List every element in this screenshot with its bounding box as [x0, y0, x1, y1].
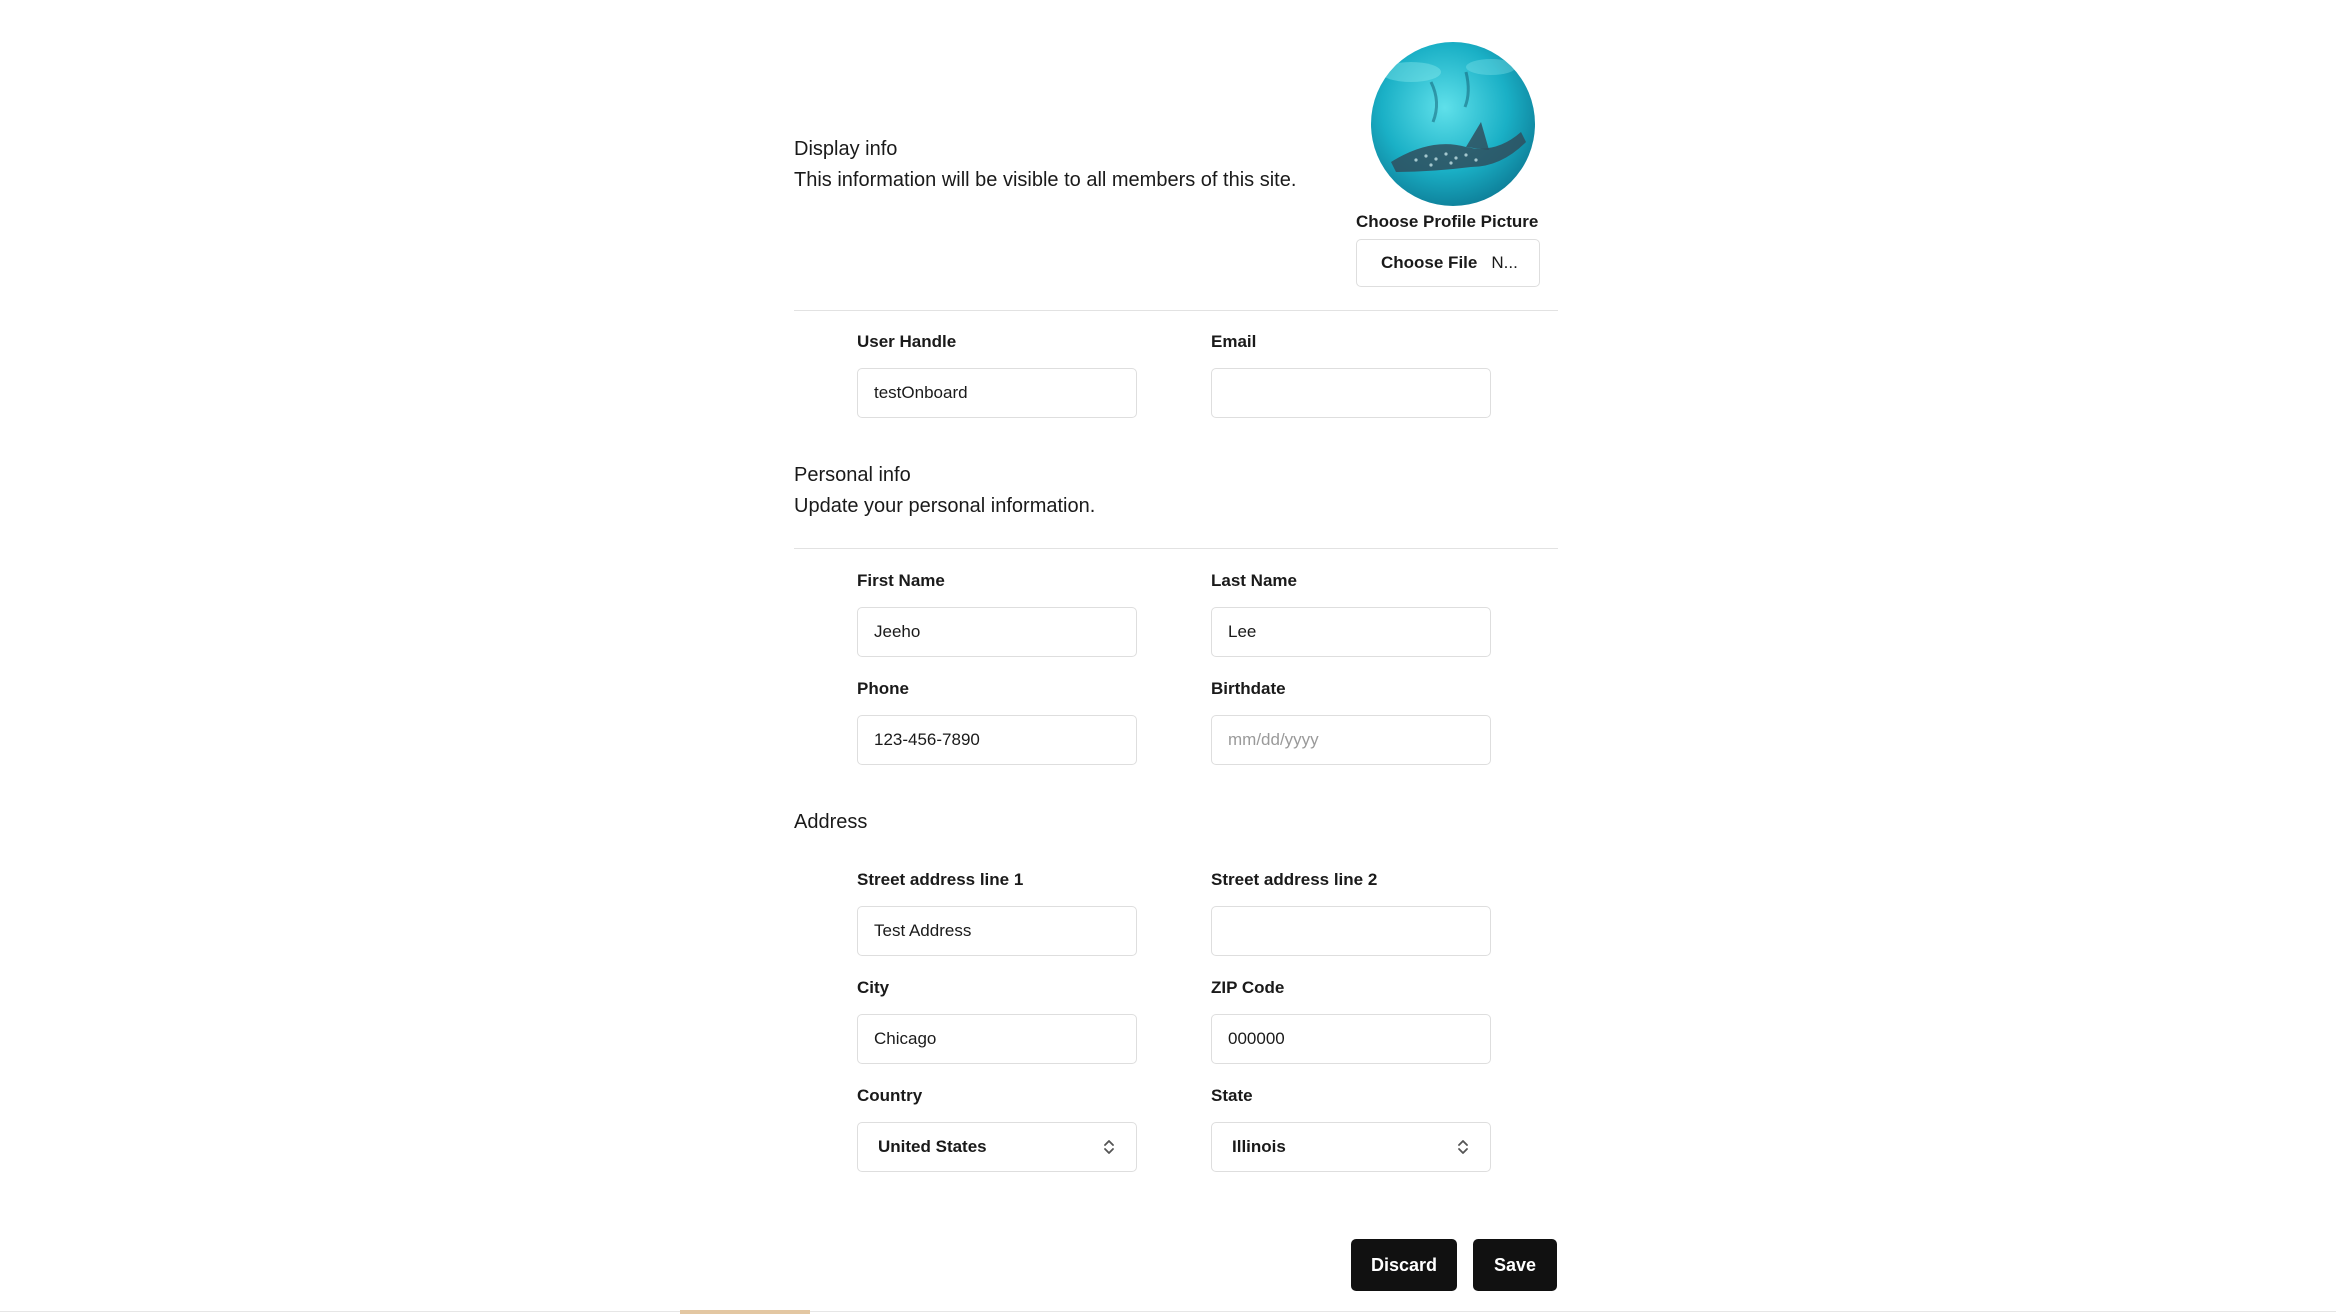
state-select[interactable]: Illinois	[1211, 1122, 1491, 1172]
file-status-text: N...	[1491, 253, 1518, 272]
city-input[interactable]	[857, 1014, 1137, 1064]
discard-button[interactable]: Discard	[1351, 1239, 1457, 1291]
last-name-label: Last Name	[1211, 571, 1297, 590]
address-title: Address	[794, 811, 868, 833]
first-name-label: First Name	[857, 571, 945, 590]
street2-input[interactable]	[1211, 906, 1491, 956]
choose-picture-label: Choose Profile Picture	[1356, 212, 1539, 231]
zip-input[interactable]	[1211, 1014, 1491, 1064]
street1-label: Street address line 1	[857, 870, 1024, 889]
avatar	[1371, 42, 1535, 206]
first-name-input[interactable]	[857, 607, 1137, 657]
chevron-up-down-icon	[1458, 1140, 1468, 1154]
user-handle-label: User Handle	[857, 332, 957, 351]
bottom-accent-bar	[680, 1310, 810, 1314]
birthdate-label: Birthdate	[1211, 679, 1286, 698]
choose-file-button-label: Choose File	[1381, 253, 1478, 272]
email-label: Email	[1211, 332, 1257, 351]
display-info-description: This information will be visible to all …	[794, 169, 1297, 191]
street1-input[interactable]	[857, 906, 1137, 956]
phone-label: Phone	[857, 679, 909, 698]
birthdate-input[interactable]	[1211, 715, 1491, 765]
display-info-title: Display info	[794, 138, 898, 160]
country-select[interactable]: United States	[857, 1122, 1137, 1172]
save-button[interactable]: Save	[1473, 1239, 1557, 1291]
divider	[794, 548, 1558, 549]
state-label: State	[1211, 1086, 1253, 1105]
profile-settings-page: Display info This information will be vi…	[0, 0, 2336, 1314]
personal-info-description: Update your personal information.	[794, 495, 1096, 517]
divider	[794, 310, 1558, 311]
street2-label: Street address line 2	[1211, 870, 1378, 889]
country-label: Country	[857, 1086, 923, 1105]
zip-label: ZIP Code	[1211, 978, 1285, 997]
user-handle-input[interactable]	[857, 368, 1137, 418]
personal-info-title: Personal info	[794, 464, 911, 486]
country-select-value: United States	[878, 1137, 987, 1156]
last-name-input[interactable]	[1211, 607, 1491, 657]
city-label: City	[857, 978, 890, 997]
state-select-value: Illinois	[1232, 1137, 1286, 1156]
bottom-divider	[0, 1311, 2336, 1312]
chevron-up-down-icon	[1104, 1140, 1114, 1154]
choose-file-button[interactable]: Choose File N...	[1356, 239, 1540, 287]
whale-shark-photo	[1371, 42, 1535, 206]
email-input[interactable]	[1211, 368, 1491, 418]
phone-input[interactable]	[857, 715, 1137, 765]
